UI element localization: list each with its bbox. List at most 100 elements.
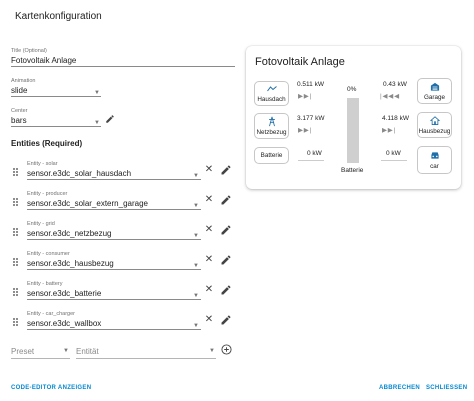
title-field-value[interactable]: Fotovoltaik Anlage — [11, 55, 235, 66]
remove-entity-close-icon[interactable]: ✕ — [203, 194, 215, 206]
center-edit-pencil-icon[interactable] — [105, 114, 115, 124]
preset-underline — [11, 358, 70, 359]
animation-select[interactable]: Animation slide ▼ — [11, 78, 101, 97]
chevron-down-icon[interactable]: ▼ — [193, 293, 199, 299]
entity-picker[interactable]: Entity - producer sensor.e3dc_solar_exte… — [27, 191, 201, 210]
node-car[interactable]: car — [417, 146, 452, 174]
entity-picker[interactable]: Entity - solar sensor.e3dc_solar_hausdac… — [27, 161, 201, 180]
drag-handle-icon[interactable] — [13, 288, 19, 296]
chevron-down-icon[interactable]: ▼ — [193, 263, 199, 269]
entity-underline — [27, 209, 201, 210]
remove-entity-close-icon[interactable]: ✕ — [203, 284, 215, 296]
add-entity-row: Preset ▼ Entität ▼ — [11, 342, 237, 362]
flow-arrows-right-icon: ▶ ▶ | — [382, 127, 395, 134]
remove-entity-close-icon[interactable]: ✕ — [203, 254, 215, 266]
entity-row-consumer: Entity - consumer sensor.e3dc_hausbezug … — [11, 248, 236, 276]
edit-entity-pencil-icon[interactable] — [220, 224, 232, 236]
garage-icon — [430, 82, 439, 91]
drag-handle-icon[interactable] — [13, 228, 19, 236]
animation-value[interactable]: slide — [11, 85, 101, 96]
node-label: car — [430, 163, 439, 170]
entity-row-grid: Entity - grid sensor.e3dc_netzbezug ▼ ✕ — [11, 218, 236, 246]
flow-arrows-right-icon: ▶ ▶ | — [298, 93, 311, 100]
entity-picker[interactable]: Entity - grid sensor.e3dc_netzbezug ▼ — [27, 221, 201, 240]
edit-entity-pencil-icon[interactable] — [220, 194, 232, 206]
drag-handle-icon[interactable] — [13, 318, 19, 326]
entity-row-solar: Entity - solar sensor.e3dc_solar_hausdac… — [11, 158, 236, 186]
animation-dropdown-icon[interactable]: ▼ — [94, 90, 100, 96]
chevron-down-icon[interactable]: ▼ — [209, 348, 215, 354]
entity-value[interactable]: sensor.e3dc_batterie — [27, 288, 201, 299]
entity-underline — [27, 239, 201, 240]
value-batterie: 0 kW — [307, 150, 322, 157]
battery-bar-label: Batterie — [341, 167, 364, 174]
remove-entity-close-icon[interactable]: ✕ — [203, 164, 215, 176]
entity-value[interactable]: sensor.e3dc_netzbezug — [27, 228, 201, 239]
preset-placeholder: Preset — [11, 347, 35, 356]
entity-underline — [27, 269, 201, 270]
entities-heading: Entities (Required) — [11, 139, 83, 148]
animation-underline — [11, 96, 101, 97]
home-icon — [429, 116, 440, 125]
node-batterie[interactable]: Batterie — [254, 147, 289, 164]
entity-value[interactable]: sensor.e3dc_solar_hausdach — [27, 168, 201, 179]
center-value[interactable]: bars — [11, 115, 101, 126]
chevron-down-icon[interactable]: ▼ — [193, 323, 199, 329]
card-preview: Fotovoltaik Anlage Hausdach 0.511 kW ▶ ▶… — [246, 46, 461, 189]
batterie-flow-line — [298, 160, 324, 161]
entity-picker[interactable]: Entity - car_charger sensor.e3dc_wallbox… — [27, 311, 201, 330]
solar-panel-icon — [266, 86, 277, 92]
node-label: Batterie — [260, 152, 283, 159]
node-garage[interactable]: Garage — [417, 78, 452, 104]
node-hausdach[interactable]: Hausdach — [254, 81, 289, 106]
drag-handle-icon[interactable] — [13, 198, 19, 206]
entity-label: Entity - grid — [27, 221, 55, 227]
remove-entity-close-icon[interactable]: ✕ — [203, 224, 215, 236]
new-entity-picker[interactable]: Entität ▼ — [76, 346, 216, 359]
new-entity-underline — [76, 358, 216, 359]
entity-label: Entity - battery — [27, 281, 63, 287]
entity-value[interactable]: sensor.e3dc_wallbox — [27, 318, 201, 329]
edit-entity-pencil-icon[interactable] — [220, 164, 232, 176]
dialog-title: Kartenkonfiguration — [15, 11, 102, 22]
drag-handle-icon[interactable] — [13, 258, 19, 266]
car-icon — [430, 152, 439, 159]
drag-handle-icon[interactable] — [13, 168, 19, 176]
node-netzbezug[interactable]: Netzbezug — [254, 113, 289, 139]
node-label: Hausbezug — [418, 128, 451, 135]
entity-picker[interactable]: Entity - consumer sensor.e3dc_hausbezug … — [27, 251, 201, 270]
add-entity-plus-icon[interactable] — [221, 344, 232, 355]
title-field[interactable]: Title (Optional) Fotovoltaik Anlage — [11, 48, 235, 67]
entity-row-battery: Entity - battery sensor.e3dc_batterie ▼ … — [11, 278, 236, 306]
entity-underline — [27, 299, 201, 300]
code-editor-button[interactable]: CODE-EDITOR ANZEIGEN — [11, 385, 91, 391]
value-netzbezug: 3.177 kW — [297, 115, 325, 122]
chevron-down-icon[interactable]: ▼ — [193, 173, 199, 179]
node-label: Hausdach — [257, 96, 286, 103]
preset-select[interactable]: Preset ▼ — [11, 346, 70, 359]
cancel-button[interactable]: ABBRECHEN — [379, 385, 420, 391]
flow-arrows-right-icon: ▶ ▶ | — [298, 127, 311, 134]
entity-underline — [27, 329, 201, 330]
edit-entity-pencil-icon[interactable] — [220, 254, 232, 266]
transmission-tower-icon — [268, 116, 275, 127]
entity-value[interactable]: sensor.e3dc_solar_extern_garage — [27, 198, 201, 209]
entity-underline — [27, 179, 201, 180]
entity-value[interactable]: sensor.e3dc_hausbezug — [27, 258, 201, 269]
chevron-down-icon[interactable]: ▼ — [193, 233, 199, 239]
chevron-down-icon[interactable]: ▼ — [193, 203, 199, 209]
node-label: Garage — [423, 94, 445, 101]
entity-label: Entity - car_charger — [27, 311, 75, 317]
node-label: Netzbezug — [256, 129, 287, 136]
node-hausbezug[interactable]: Hausbezug — [417, 112, 452, 138]
entity-picker[interactable]: Entity - battery sensor.e3dc_batterie ▼ — [27, 281, 201, 300]
edit-entity-pencil-icon[interactable] — [220, 284, 232, 296]
center-select[interactable]: Center bars ▼ — [11, 108, 101, 127]
value-car: 0 kW — [386, 150, 401, 157]
chevron-down-icon[interactable]: ▼ — [63, 348, 69, 354]
center-dropdown-icon[interactable]: ▼ — [94, 120, 100, 126]
edit-entity-pencil-icon[interactable] — [220, 314, 232, 326]
remove-entity-close-icon[interactable]: ✕ — [203, 314, 215, 326]
entity-placeholder: Entität — [76, 347, 99, 356]
close-button[interactable]: SCHLIESSEN — [426, 385, 467, 391]
